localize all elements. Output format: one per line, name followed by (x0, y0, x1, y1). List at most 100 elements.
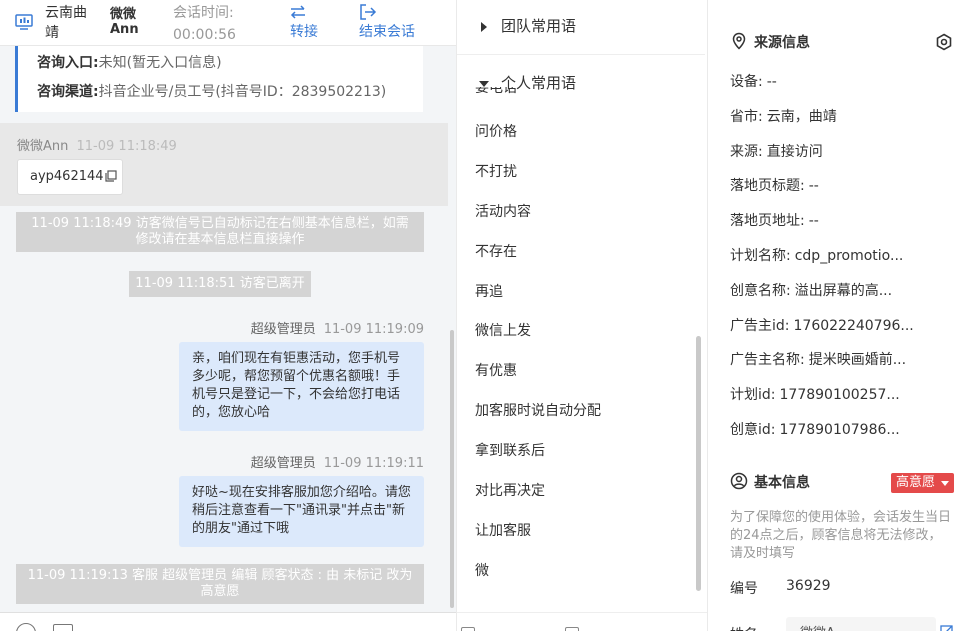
phrases-scrollbar[interactable] (696, 336, 701, 591)
source-field-label: 设备: (730, 74, 763, 90)
exit-icon (360, 4, 377, 20)
folder-icon[interactable] (565, 627, 579, 631)
visitor-message-bubble: ayp462144 (17, 159, 123, 195)
source-field-label: 创意名称: (730, 282, 791, 299)
consult-entry-value: 未知(暂无入口信息) (98, 55, 222, 71)
folder-icon[interactable] (461, 627, 475, 631)
phrase-item[interactable]: 微信上发 (457, 317, 701, 357)
source-field: 广告主id: 176022240796... (730, 316, 914, 336)
source-field: 来源: 直接访问 (730, 142, 823, 162)
phrase-item[interactable]: 不打扰 (457, 158, 701, 198)
phrase-list: 问价格 不打扰 活动内容 不存在 再追 微信上发 有优惠 加客服时说自动分配 拿… (457, 118, 701, 597)
source-field-label: 来源: (730, 143, 763, 160)
phrase-item[interactable]: 有优惠 (457, 357, 701, 397)
pc-visitor-icon (15, 14, 33, 30)
phrase-item[interactable]: 问价格 (457, 118, 701, 158)
customer-name-label: 姓名 (730, 624, 758, 631)
source-field-label: 计划id: (730, 387, 776, 404)
visitor-info-panel: 来源信息 设备: -- 省市: 云南，曲靖 来源: 直接访问 落地页标题: -- 落地页地址: -… (708, 0, 964, 631)
transfer-button[interactable]: 转接 (290, 2, 318, 42)
source-field-value: 176022240796... (793, 317, 914, 334)
agent-message-bubble: 好哒~现在安排客服加您介绍哈。请您稍后注意查看一下"通讯录"并点击"新的朋友"通… (179, 476, 424, 547)
edit-icon[interactable] (940, 624, 954, 631)
session-time-value: 00:00:56 (173, 27, 236, 43)
source-field-label: 省市: (730, 108, 763, 125)
agent-message-bubble: 亲，咱们现在有钜惠活动，您手机号多少呢，帮您预留个优惠名额哦！手机号只是登记一下… (179, 342, 424, 431)
quick-phrases-panel: 团队常用语 个人常用语 要电话 问价格 不打扰 活动内容 不存在 再追 微信上发… (456, 0, 708, 631)
phrase-item[interactable]: 拿到联系后 (457, 437, 701, 477)
source-field: 设备: -- (730, 72, 777, 92)
agent-message-meta: 超级管理员 11-09 11:19:11 (251, 452, 424, 471)
consult-channel: 咨询渠道:抖音企业号/员工号(抖音号ID：2839502213) (37, 82, 386, 102)
visitor-message-meta: 微微Ann 11-09 11:18:49 (17, 135, 177, 154)
agent-message-time: 11-09 11:19:11 (323, 456, 424, 471)
emoji-icon[interactable] (16, 623, 36, 631)
consult-channel-label: 咨询渠道: (37, 84, 99, 100)
customer-name-field[interactable]: 微微A... (786, 617, 936, 631)
visitor-message: 微微Ann 11-09 11:18:49 ayp462144 (0, 123, 448, 206)
basic-info-title: 基本信息 (730, 472, 810, 493)
agent-message-time: 11-09 11:19:09 (323, 322, 424, 337)
visitor-message-text: ayp462144 (30, 169, 104, 184)
source-field-label: 落地页标题: (730, 178, 805, 195)
source-field-label: 广告主id: (730, 317, 790, 334)
edit-notice: 为了保障您的使用体验，会话发生当日的24点之后，顾客信息将无法修改，请及时填写 (730, 510, 952, 561)
phrase-item[interactable]: 加客服时说自动分配 (457, 397, 701, 437)
transfer-label: 转接 (290, 24, 318, 40)
phrase-item[interactable]: 不存在 (457, 238, 701, 278)
customer-id-label: 编号 (730, 581, 758, 597)
phrase-item[interactable]: 让加客服 (457, 517, 701, 557)
intent-status-label: 高意愿 (896, 475, 936, 490)
source-field: 落地页标题: -- (730, 176, 819, 196)
chat-panel: 云南曲靖 微微Ann 会话时间: 00:00:56 转接 结束会话 咨询入口:未… (0, 0, 456, 631)
source-field-label: 计划名称: (730, 248, 791, 264)
source-field-value: 直接访问 (766, 143, 823, 160)
agent-message-sender: 超级管理员 (250, 456, 316, 471)
caret-right-icon (481, 22, 487, 32)
chat-scrollbar[interactable] (450, 330, 454, 608)
source-field: 创意id: 177890107986... (730, 420, 900, 440)
system-message: 11-09 11:18:49 访客微信号已自动标记在右侧基本信息栏，如需修改请在… (16, 212, 424, 252)
chat-workspace: 云南曲靖 微微Ann 会话时间: 00:00:56 转接 结束会话 咨询入口:未… (0, 0, 964, 631)
source-field-value: cdp_promotio... (794, 248, 904, 264)
settings-icon[interactable] (935, 33, 953, 51)
team-phrases-label: 团队常用语 (501, 17, 577, 35)
customer-id-value: 36929 (786, 578, 831, 594)
source-field-value: 提米映画婚前... (808, 352, 907, 369)
source-field: 落地页地址: -- (730, 211, 819, 231)
source-info-label: 来源信息 (754, 35, 810, 51)
image-icon[interactable] (53, 624, 73, 631)
message-list[interactable]: 咨询入口:未知(暂无入口信息) 咨询渠道:抖音企业号/员工号(抖音号ID：283… (0, 46, 448, 612)
consult-entry-label: 咨询入口: (37, 55, 99, 71)
consult-entry: 咨询入口:未知(暂无入口信息) (37, 53, 222, 73)
agent-message-sender: 超级管理员 (250, 322, 316, 337)
phrase-item[interactable]: 要电话 (475, 87, 517, 99)
source-info-title: 来源信息 (730, 32, 810, 53)
phrases-footer (457, 612, 707, 631)
end-session-label: 结束会话 (359, 24, 415, 40)
source-field-value: 177890100257... (779, 387, 900, 404)
source-field-label: 广告主名称: (730, 352, 805, 369)
chevron-down-icon (941, 481, 949, 486)
phrase-item[interactable]: 对比再决定 (457, 477, 701, 517)
location-pin-icon (732, 32, 746, 50)
copy-icon[interactable] (104, 169, 117, 182)
visitor-message-sender: 微微Ann (17, 139, 69, 154)
transfer-icon (290, 5, 305, 19)
source-field-value: -- (808, 213, 819, 230)
source-field-value: -- (808, 178, 819, 195)
basic-info-label: 基本信息 (754, 475, 810, 491)
phrase-item[interactable]: 活动内容 (457, 198, 701, 238)
visitor-location: 云南曲靖 (45, 5, 87, 41)
phrase-item[interactable]: 微 (457, 557, 701, 597)
source-field-label: 落地页地址: (730, 213, 805, 230)
team-phrases-group[interactable]: 团队常用语 (457, 16, 705, 40)
end-session-button[interactable]: 结束会话 (359, 2, 415, 42)
source-field-value: 177890107986... (779, 422, 900, 438)
source-field-value: -- (766, 74, 777, 90)
source-field: 计划id: 177890100257... (730, 385, 900, 405)
phrase-item[interactable]: 再追 (457, 278, 701, 318)
agent-message-meta: 超级管理员 11-09 11:19:09 (251, 318, 424, 337)
intent-status-dropdown[interactable]: 高意愿 (891, 473, 954, 493)
chat-input-toolbar (0, 612, 456, 631)
